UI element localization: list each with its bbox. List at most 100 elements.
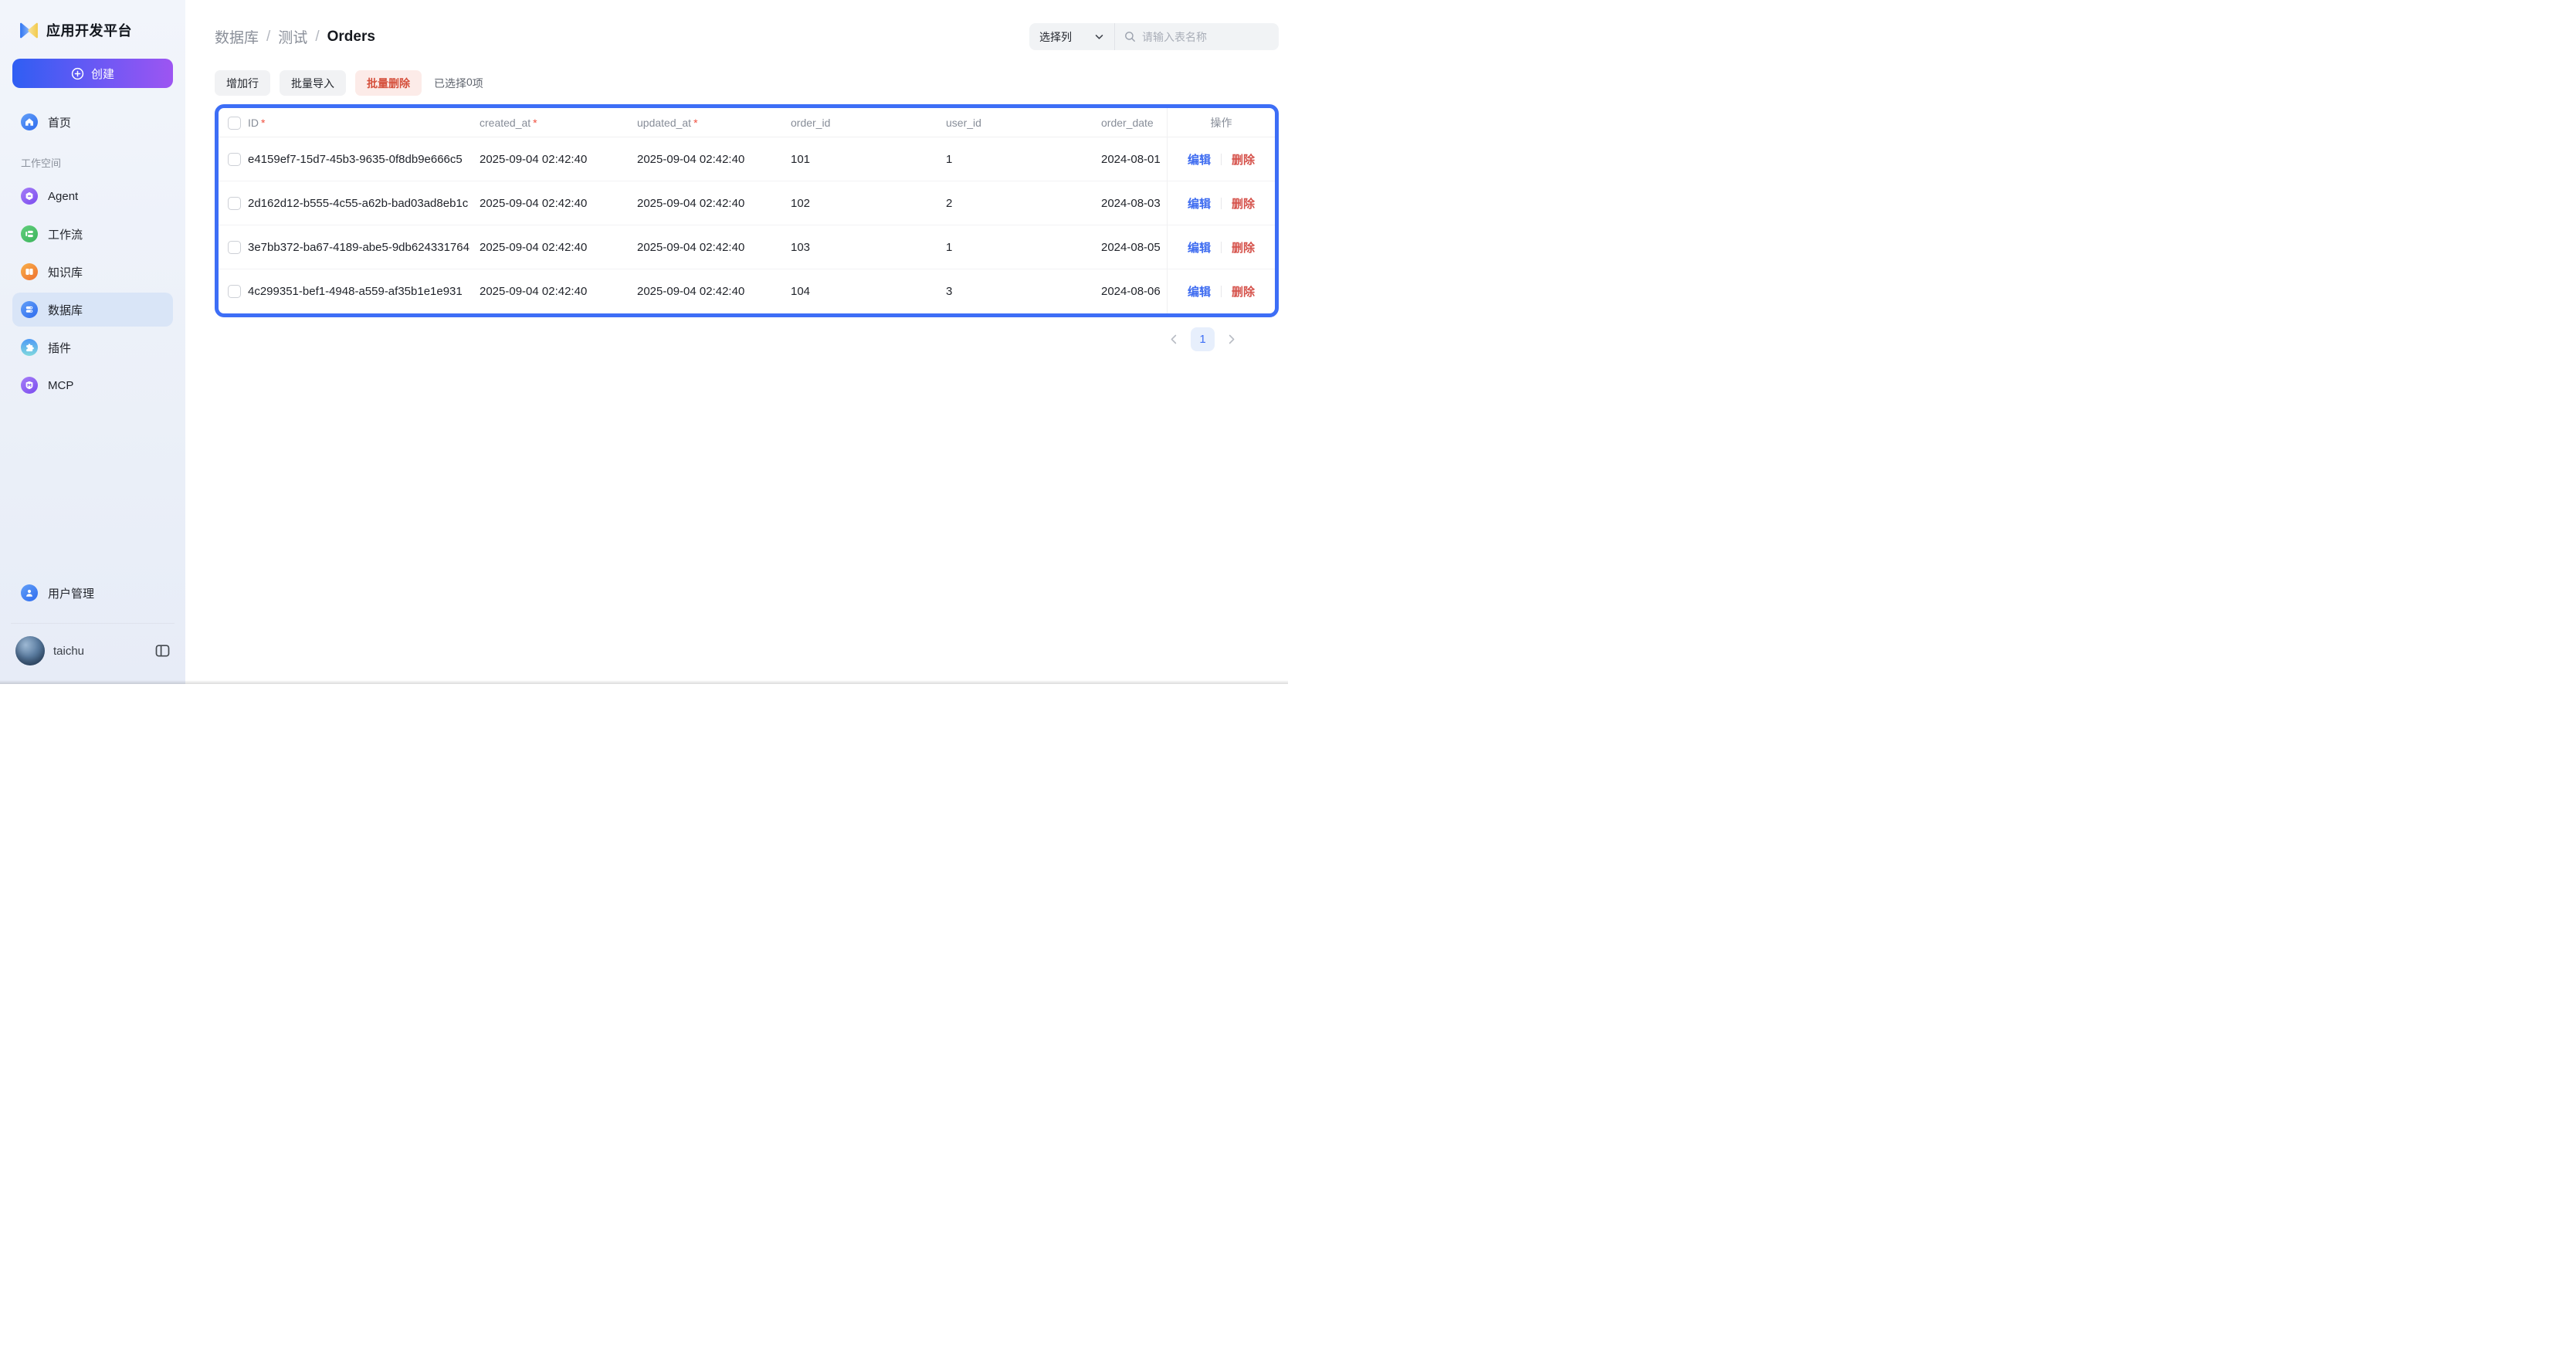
cell-order-id: 104 — [791, 285, 946, 298]
pagination: 1 — [215, 327, 1279, 351]
column-header-id: ID* — [248, 117, 480, 129]
selected-count: 0 — [466, 76, 473, 91]
cell-order-id: 101 — [791, 153, 946, 166]
sidebar-item-home[interactable]: 首页 — [12, 105, 173, 139]
selected-suffix: 项 — [473, 76, 483, 91]
cell-updated-at: 2025-09-04 02:42:40 — [637, 241, 791, 254]
mcp-icon — [21, 377, 38, 394]
sidebar-item-label: 插件 — [48, 340, 71, 356]
delete-link[interactable]: 删除 — [1232, 239, 1255, 256]
knowledge-base-icon — [21, 263, 38, 280]
cell-id: 4c299351-bef1-4948-a559-af35b1e1e931 — [248, 285, 480, 298]
cell-updated-at: 2025-09-04 02:42:40 — [637, 285, 791, 298]
orders-table: ID* created_at* updated_at* order_id use… — [215, 104, 1279, 317]
cell-order-id: 102 — [791, 197, 946, 210]
cell-order-date: 2024-08-06 — [1101, 285, 1167, 298]
selected-count-info: 已选择 0 项 — [434, 76, 483, 91]
add-row-button[interactable]: 增加行 — [215, 70, 270, 96]
delete-link[interactable]: 删除 — [1232, 151, 1255, 168]
breadcrumb-separator: / — [315, 29, 319, 46]
column-select-dropdown[interactable]: 选择列 — [1029, 23, 1114, 50]
page-number-current[interactable]: 1 — [1191, 327, 1215, 351]
breadcrumb-database[interactable]: 数据库 — [215, 26, 259, 47]
row-checkbox-cell — [219, 197, 248, 210]
required-marker: * — [693, 117, 697, 129]
toolbar: 增加行 批量导入 批量删除 已选择 0 项 — [215, 70, 1279, 96]
sidebar-item-label: 首页 — [48, 114, 71, 130]
delete-link[interactable]: 删除 — [1232, 195, 1255, 212]
agent-icon — [21, 188, 38, 205]
main-content: 数据库 / 测试 / Orders 选择列 — [185, 0, 1288, 684]
create-button-label: 创建 — [91, 66, 114, 82]
cell-order-id: 103 — [791, 241, 946, 254]
database-icon — [21, 301, 38, 318]
chevron-down-icon — [1095, 34, 1103, 40]
column-header-updated-at: updated_at* — [637, 117, 791, 129]
sidebar-item-label: 用户管理 — [48, 585, 94, 601]
user-management-icon — [21, 584, 38, 601]
row-checkbox[interactable] — [228, 153, 241, 166]
cell-id: 2d162d12-b555-4c55-a62b-bad03ad8eb1c — [248, 197, 480, 210]
user-row: taichu — [12, 632, 173, 684]
sidebar-collapse-icon[interactable] — [155, 644, 170, 658]
row-checkbox[interactable] — [228, 241, 241, 254]
cell-created-at: 2025-09-04 02:42:40 — [480, 197, 637, 210]
sidebar-nav: 首页 工作空间 Agent 工作流 知识库 — [12, 105, 173, 406]
prev-page-icon[interactable] — [1170, 334, 1178, 344]
sidebar-item-agent[interactable]: Agent — [12, 179, 173, 213]
column-header-order-id: order_id — [791, 117, 946, 129]
column-header-actions: 操作 — [1167, 108, 1275, 137]
breadcrumb-separator: / — [266, 29, 270, 46]
column-label: created_at — [480, 117, 530, 129]
sidebar-item-knowledge-base[interactable]: 知识库 — [12, 255, 173, 289]
sidebar-item-label: 数据库 — [48, 302, 83, 318]
sidebar-item-workflow[interactable]: 工作流 — [12, 217, 173, 251]
column-select-label: 选择列 — [1039, 29, 1072, 45]
sidebar-item-database[interactable]: 数据库 — [12, 293, 173, 327]
bulk-delete-button[interactable]: 批量删除 — [355, 70, 422, 96]
row-checkbox[interactable] — [228, 285, 241, 298]
user-avatar[interactable] — [15, 636, 45, 665]
row-checkbox[interactable] — [228, 197, 241, 210]
delete-link[interactable]: 删除 — [1232, 283, 1255, 300]
app-screen: 应用开发平台 创建 首页 工作空间 Agent — [0, 0, 1288, 684]
next-page-icon[interactable] — [1228, 334, 1235, 344]
sidebar-item-label: MCP — [48, 379, 73, 392]
table-search — [1115, 23, 1279, 50]
create-button[interactable]: 创建 — [12, 59, 173, 88]
search-input[interactable] — [1142, 31, 1258, 43]
column-header-created-at: created_at* — [480, 117, 637, 129]
cell-updated-at: 2025-09-04 02:42:40 — [637, 153, 791, 166]
cell-order-date: 2024-08-01 — [1101, 153, 1167, 166]
breadcrumb: 数据库 / 测试 / Orders — [215, 26, 375, 47]
table-row: 3e7bb372-ba67-4189-abe5-9db624331764 202… — [219, 225, 1275, 269]
table-row: 4c299351-bef1-4948-a559-af35b1e1e931 202… — [219, 269, 1275, 313]
sidebar-item-plugin[interactable]: 插件 — [12, 330, 173, 364]
home-icon — [21, 113, 38, 130]
edit-link[interactable]: 编辑 — [1188, 283, 1211, 300]
column-header-user-id: user_id — [946, 117, 1101, 129]
sidebar: 应用开发平台 创建 首页 工作空间 Agent — [0, 0, 185, 684]
table-row: 2d162d12-b555-4c55-a62b-bad03ad8eb1c 202… — [219, 181, 1275, 225]
action-divider — [1221, 154, 1222, 165]
row-checkbox-cell — [219, 241, 248, 254]
sidebar-item-mcp[interactable]: MCP — [12, 368, 173, 402]
edit-link[interactable]: 编辑 — [1188, 239, 1211, 256]
edit-link[interactable]: 编辑 — [1188, 195, 1211, 212]
row-checkbox-cell — [219, 285, 248, 298]
app-logo-icon — [19, 21, 39, 40]
user-name: taichu — [53, 645, 84, 658]
workflow-icon — [21, 225, 38, 242]
header-checkbox-cell — [219, 117, 248, 130]
cell-user-id: 1 — [946, 153, 1101, 166]
sidebar-item-user-management[interactable]: 用户管理 — [12, 576, 173, 610]
sidebar-item-label: 知识库 — [48, 264, 83, 280]
bulk-import-button[interactable]: 批量导入 — [280, 70, 346, 96]
row-actions: 编辑 删除 — [1167, 269, 1275, 313]
app-logo-row: 应用开发平台 — [19, 20, 168, 40]
edit-link[interactable]: 编辑 — [1188, 151, 1211, 168]
breadcrumb-table-group[interactable]: 测试 — [278, 26, 307, 47]
select-all-checkbox[interactable] — [228, 117, 241, 130]
row-checkbox-cell — [219, 153, 248, 166]
row-actions: 编辑 删除 — [1167, 181, 1275, 225]
